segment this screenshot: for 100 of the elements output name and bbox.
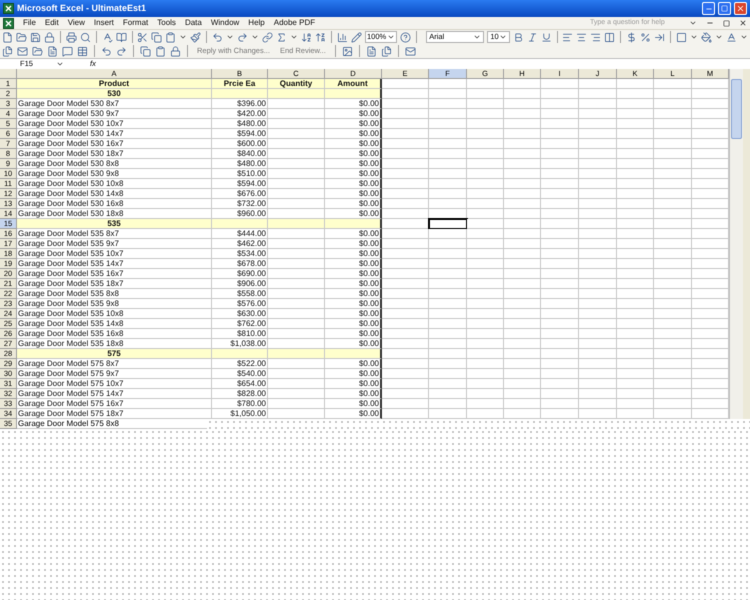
table-cell: $654.00 — [212, 379, 268, 389]
table-cell: $0.00 — [325, 289, 382, 299]
table-cell: $0.00 — [325, 189, 382, 199]
table-cell: Garage Door Model 535 18x7 — [17, 279, 212, 289]
table-cell: $0.00 — [325, 379, 382, 389]
table-cell: $0.00 — [325, 199, 382, 209]
table-cell: Garage Door Model 535 8x7 — [17, 229, 212, 239]
table-cell: $906.00 — [212, 279, 268, 289]
table-cell: $0.00 — [325, 409, 382, 419]
menu-item[interactable]: File — [23, 17, 36, 29]
table-cell: $0.00 — [325, 299, 382, 309]
table-cell: $0.00 — [325, 279, 382, 289]
table-cell: Garage Door Model 535 9x7 — [17, 239, 212, 249]
table-cell: $0.00 — [325, 109, 382, 119]
table-cell: $0.00 — [325, 249, 382, 259]
group-label: 530 — [17, 89, 212, 99]
table-cell: $630.00 — [212, 309, 268, 319]
table-cell: $0.00 — [325, 269, 382, 279]
table-cell: Garage Door Model 530 8x7 — [17, 99, 212, 109]
table-cell: $0.00 — [325, 179, 382, 189]
table-cell: $0.00 — [325, 319, 382, 329]
table-cell: $0.00 — [325, 159, 382, 169]
table-cell: Garage Door Model 535 14x8 — [17, 319, 212, 329]
table-cell: $522.00 — [212, 359, 268, 369]
table-cell: Garage Door Model 530 8x8 — [17, 159, 212, 169]
table-cell: $0.00 — [325, 239, 382, 249]
table-cell: $420.00 — [212, 109, 268, 119]
table-cell: $0.00 — [325, 329, 382, 339]
table-cell: $840.00 — [212, 149, 268, 159]
table-cell: Garage Door Model 530 10x8 — [17, 179, 212, 189]
table-cell: $960.00 — [212, 209, 268, 219]
table-cell: $600.00 — [212, 139, 268, 149]
table-cell: $594.00 — [212, 129, 268, 139]
table-cell: $0.00 — [325, 139, 382, 149]
column-heading: Prcie Ea — [212, 79, 268, 89]
menu-item[interactable]: View — [68, 17, 85, 29]
table-cell: $678.00 — [212, 259, 268, 269]
table-cell: $510.00 — [212, 169, 268, 179]
table-cell: Garage Door Model 535 18x8 — [17, 339, 212, 349]
table-cell: $0.00 — [325, 209, 382, 219]
table-cell: $0.00 — [325, 119, 382, 129]
table-cell: Garage Door Model 535 8x8 — [17, 289, 212, 299]
table-cell: Garage Door Model 575 14x7 — [17, 389, 212, 399]
table-cell: Garage Door Model 530 16x7 — [17, 139, 212, 149]
table-cell: Garage Door Model 530 9x8 — [17, 169, 212, 179]
table-cell: Garage Door Model 575 16x7 — [17, 399, 212, 409]
menu-item[interactable]: Insert — [94, 17, 114, 29]
table-cell: Garage Door Model 530 14x7 — [17, 129, 212, 139]
table-cell: $0.00 — [325, 309, 382, 319]
table-cell: $0.00 — [325, 149, 382, 159]
table-cell: $396.00 — [212, 99, 268, 109]
group-label: 575 — [17, 349, 212, 359]
table-cell: Garage Door Model 575 8x7 — [17, 359, 212, 369]
table-cell: Garage Door Model 530 16x8 — [17, 199, 212, 209]
menu-item[interactable]: Help — [248, 17, 265, 29]
table-cell: $0.00 — [325, 129, 382, 139]
table-cell: Garage Door Model 535 16x7 — [17, 269, 212, 279]
table-cell: $540.00 — [212, 369, 268, 379]
menu-item[interactable]: Adobe PDF — [274, 17, 316, 29]
table-cell: Garage Door Model 575 9x7 — [17, 369, 212, 379]
table-cell: $0.00 — [325, 169, 382, 179]
column-heading: Quantity — [268, 79, 325, 89]
table-cell: $594.00 — [212, 179, 268, 189]
table-cell: $0.00 — [325, 399, 382, 409]
table-cell: Garage Door Model 530 9x7 — [17, 109, 212, 119]
menu-item[interactable]: Format — [122, 17, 148, 29]
table-cell: $690.00 — [212, 269, 268, 279]
table-cell: Garage Door Model 530 10x7 — [17, 119, 212, 129]
table-cell: $480.00 — [212, 159, 268, 169]
group-label: 535 — [17, 219, 212, 229]
table-cell: Garage Door Model 535 9x8 — [17, 299, 212, 309]
table-cell: Garage Door Model 530 18x8 — [17, 209, 212, 219]
column-heading: Product — [17, 79, 212, 89]
table-cell: $0.00 — [325, 99, 382, 109]
table-cell: Garage Door Model 575 8x8 — [17, 419, 207, 429]
table-cell: $534.00 — [212, 249, 268, 259]
table-cell: $732.00 — [212, 199, 268, 209]
table-cell: $0.00 — [325, 389, 382, 399]
window-title: Microsoft Excel - UltimateEst1 — [17, 2, 148, 15]
table-cell: $0.00 — [325, 339, 382, 349]
table-cell: $780.00 — [212, 399, 268, 409]
table-cell: Garage Door Model 530 14x8 — [17, 189, 212, 199]
table-cell: Garage Door Model 535 10x8 — [17, 309, 212, 319]
table-cell: $1,050.00 — [212, 409, 268, 419]
table-cell: $444.00 — [212, 229, 268, 239]
table-cell: $762.00 — [212, 319, 268, 329]
table-cell: $480.00 — [212, 119, 268, 129]
menu-item[interactable]: Tools — [157, 17, 176, 29]
table-cell: $810.00 — [212, 329, 268, 339]
table-cell: $828.00 — [212, 389, 268, 399]
table-cell: $0.00 — [325, 369, 382, 379]
table-cell: $0.00 — [325, 259, 382, 269]
menu-item[interactable]: Edit — [44, 17, 59, 29]
menu-item[interactable]: Data — [184, 17, 202, 29]
table-cell: Garage Door Model 530 18x7 — [17, 149, 212, 159]
table-cell: Garage Door Model 535 16x8 — [17, 329, 212, 339]
table-cell: $0.00 — [325, 359, 382, 369]
table-cell: Garage Door Model 575 18x7 — [17, 409, 212, 419]
table-cell: Garage Door Model 575 10x7 — [17, 379, 212, 389]
menu-item[interactable]: Window — [210, 17, 240, 29]
